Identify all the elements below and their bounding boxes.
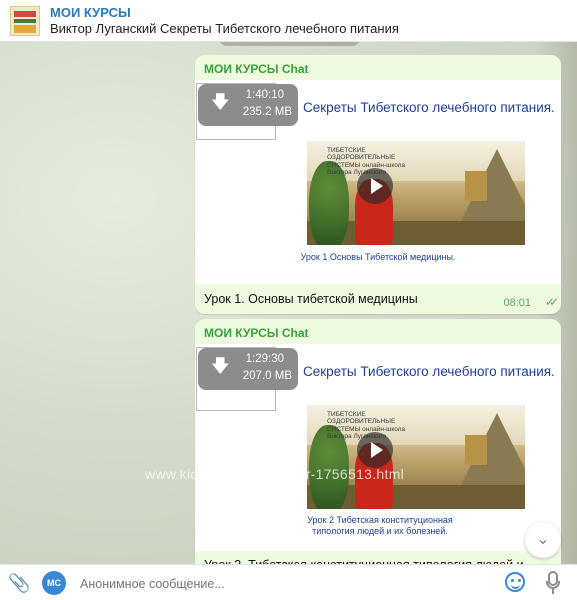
message-sender[interactable]: МОИ КУРСЫ Chat	[204, 326, 309, 340]
message-sender[interactable]: МОИ КУРСЫ Chat	[204, 62, 309, 76]
paperclip-icon[interactable]: 📎	[8, 573, 30, 593]
watermark: www.kidstaff.com.ua/user-1756513.html	[145, 466, 405, 482]
lesson-caption: Урок 1 Основы Тибетской медицины.	[300, 252, 456, 262]
lesson-caption: Урок 2 Тибетская конституционная типолог…	[307, 515, 453, 537]
emoji-icon[interactable]	[505, 572, 525, 592]
message-time: 08:01	[503, 297, 531, 309]
slide-title: Секреты Тибетского лечебного питания.	[303, 100, 555, 115]
chat-title[interactable]: МОИ КУРСЫ	[50, 5, 131, 20]
chat-subtitle: Виктор Луганский Секреты Тибетского лече…	[50, 21, 399, 36]
play-icon[interactable]	[357, 432, 393, 468]
channel-avatar[interactable]	[10, 6, 40, 36]
video-duration: 1:40:10	[245, 89, 284, 101]
video-duration: 1:29:30	[245, 353, 284, 365]
video-size: 207.0 MB	[242, 370, 292, 382]
video-thumbnail: ТИБЕТСКИЕ ОЗДОРОВИТЕЛЬНЫЕ СИСТЕМЫ онлайн…	[307, 141, 525, 245]
download-arrow-icon: 🡇	[211, 356, 230, 376]
message-composer: 📎 МС	[0, 564, 577, 600]
video-size: 235.2 MB	[242, 106, 292, 118]
play-icon[interactable]	[357, 168, 393, 204]
scroll-down-button[interactable]: ⌄	[525, 522, 561, 558]
download-button[interactable]: 🡇 1:29:30 207.0 MB	[198, 348, 298, 390]
chevron-down-icon: ⌄	[536, 531, 550, 548]
download-arrow-icon: 🡇	[211, 92, 230, 112]
sender-avatar[interactable]: МС	[42, 571, 66, 595]
chat-header[interactable]: МОИ КУРСЫ Виктор Луганский Секреты Тибет…	[0, 0, 577, 42]
message-bubble[interactable]: МОИ КУРСЫ Chat 🡇 1:40:10 235.2 MB Секрет…	[195, 55, 561, 314]
slide-title: Секреты Тибетского лечебного питания.	[303, 364, 555, 379]
message-caption: Урок 1. Основы тибетской медицины	[204, 292, 418, 306]
message-input[interactable]	[78, 573, 482, 595]
video-preview[interactable]: 🡇 1:29:30 207.0 MB Секреты Тибетского ле…	[195, 344, 561, 551]
double-check-icon: ✓✓	[544, 295, 559, 309]
video-preview[interactable]: 🡇 1:40:10 235.2 MB Секреты Тибетского ле…	[195, 80, 561, 284]
download-button[interactable]: 🡇 1:40:10 235.2 MB	[198, 84, 298, 126]
video-thumbnail: ТИБЕТСКИЕ ОЗДОРОВИТЕЛЬНЫЕ СИСТЕМЫ онлайн…	[307, 405, 525, 509]
message-bubble[interactable]: МОИ КУРСЫ Chat 🡇 1:29:30 207.0 MB Секрет…	[195, 319, 561, 579]
